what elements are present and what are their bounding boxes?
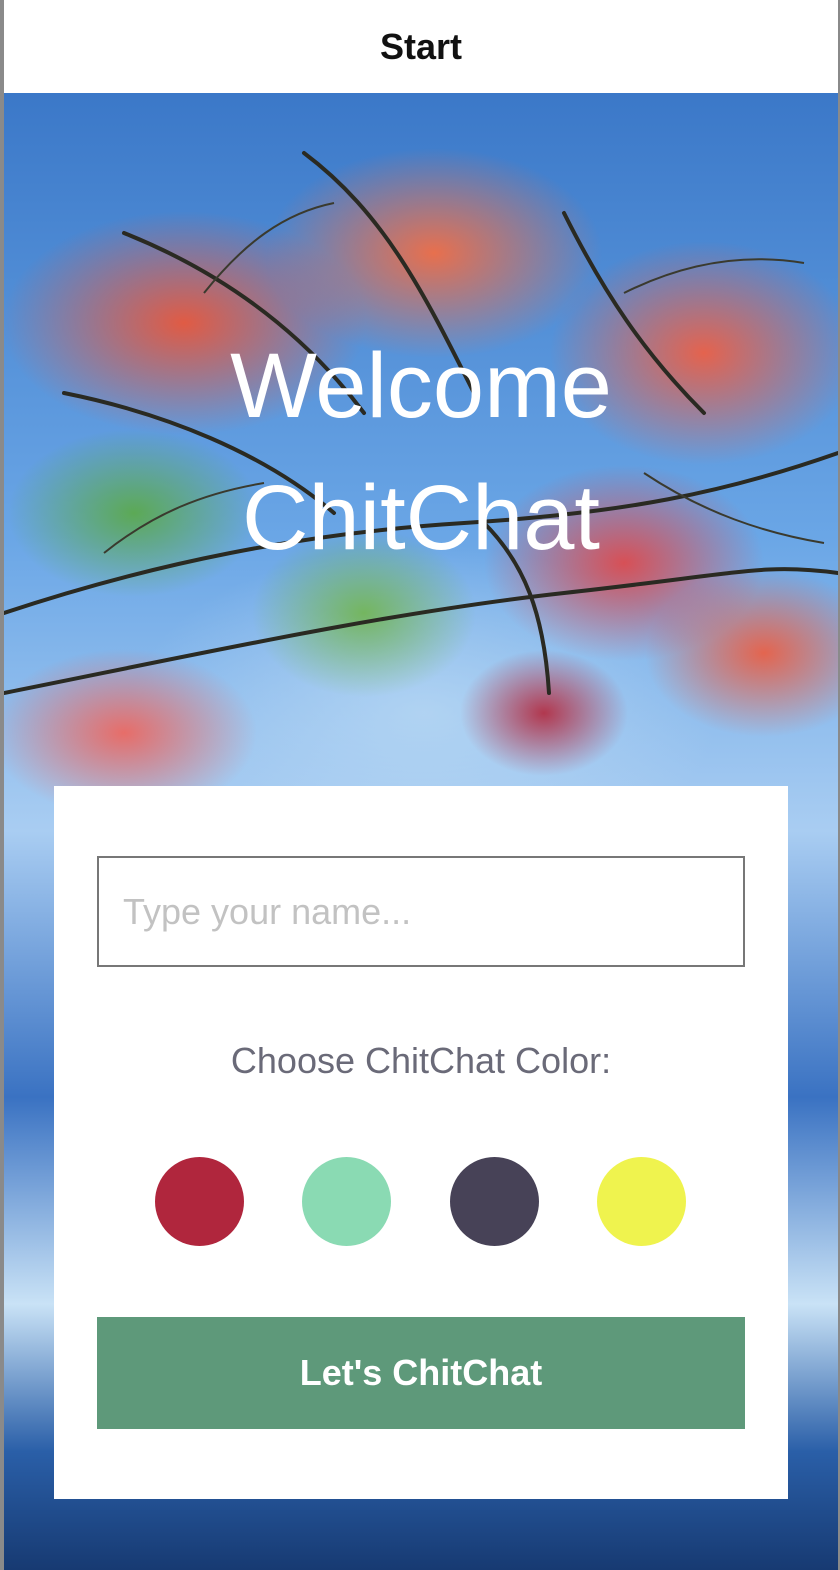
color-label: Choose ChitChat Color:: [230, 1040, 612, 1081]
navigation-bar: Start: [4, 0, 838, 93]
start-chat-button[interactable]: Let's ChitChat: [97, 1317, 745, 1429]
color-swatch-yellow[interactable]: [597, 1157, 686, 1246]
setup-card: Choose ChitChat Color: Let's ChitChat: [54, 786, 788, 1499]
name-input[interactable]: [97, 856, 745, 967]
welcome-heading: Welcome ChitChat: [4, 320, 838, 584]
color-swatch-mint[interactable]: [302, 1157, 391, 1246]
color-swatch-red[interactable]: [155, 1157, 244, 1246]
color-swatch-dark-slate[interactable]: [450, 1157, 539, 1246]
nav-title: Start: [379, 25, 463, 67]
start-screen: Start Welcome ChitChat Choose ChitChat C…: [4, 0, 838, 1570]
welcome-line-1: Welcome: [230, 335, 612, 437]
welcome-line-2: ChitChat: [242, 467, 600, 569]
